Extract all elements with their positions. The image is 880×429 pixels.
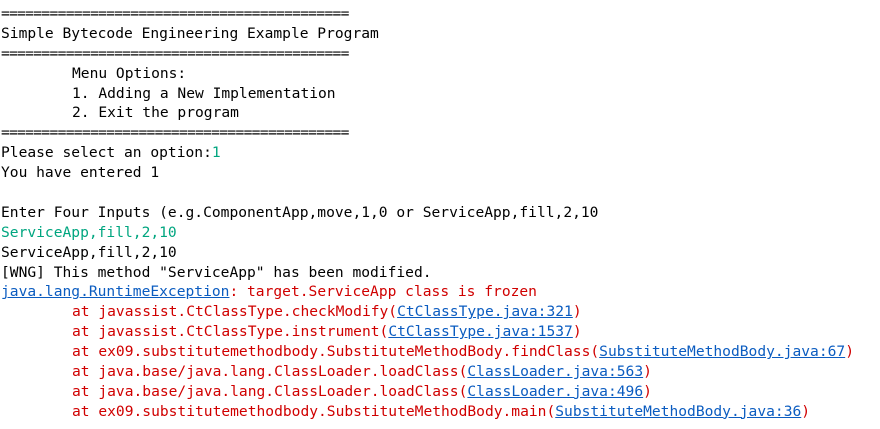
stack-frame-close: ) — [643, 382, 652, 400]
program-title: Simple Bytecode Engineering Example Prog… — [1, 24, 379, 42]
warning-message: [WNG] This method "ServiceApp" has been … — [1, 263, 432, 281]
stack-frame-text: at ex09.substitutemethodbody.SubstituteM… — [72, 343, 600, 361]
stack-frame-link[interactable]: CtClassType.java:1537 — [388, 323, 573, 340]
stack-frame: at java.base/java.lang.ClassLoader.loadC… — [0, 362, 880, 382]
menu-option-1: 1. Adding a New Implementation — [72, 84, 336, 102]
separator-line: ========================================… — [1, 44, 349, 62]
stack-frame: at ex09.substitutemethodbody.SubstituteM… — [0, 402, 880, 422]
separator-line-top: ========================================… — [1, 5, 349, 22]
user-input-echo: ServiceApp,fill,2,10 — [1, 223, 177, 241]
stack-frame-text: at javassist.CtClassType.instrument( — [72, 323, 389, 341]
stack-frame-link[interactable]: CtClassType.java:321 — [397, 303, 573, 320]
stack-frame-close: ) — [572, 323, 582, 341]
stack-frame-text: at ex09.substitutemethodbody.SubstituteM… — [72, 402, 556, 420]
menu-title: Menu Options: — [72, 64, 187, 82]
stack-frame-close: ) — [643, 363, 652, 381]
four-inputs-prompt: Enter Four Inputs (e.g.ComponentApp,move… — [1, 203, 599, 221]
exception-class-link[interactable]: java.lang.RuntimeException — [1, 283, 229, 300]
separator-line-bottom: ========================================… — [1, 124, 349, 142]
stack-frame-close: ) — [572, 303, 582, 321]
exception-message: : target.ServiceApp class is frozen — [229, 283, 537, 301]
stack-frame-text: at java.base/java.lang.ClassLoader.loadC… — [72, 382, 468, 400]
menu-option-2: 2. Exit the program — [72, 104, 239, 122]
stack-frame: at java.base/java.lang.ClassLoader.loadC… — [0, 382, 880, 402]
program-echo: ServiceApp,fill,2,10 — [1, 243, 177, 261]
stack-frame-text: at java.base/java.lang.ClassLoader.loadC… — [72, 363, 468, 381]
stack-frame-link[interactable]: ClassLoader.java:563 — [467, 363, 643, 380]
stack-frame-link[interactable]: SubstituteMethodBody.java:67 — [599, 343, 845, 360]
stack-frame-link[interactable]: SubstituteMethodBody.java:36 — [555, 403, 801, 420]
user-input-option: 1 — [211, 144, 221, 162]
prompt-line: Please select an option:1 — [0, 143, 880, 163]
stack-frame-link[interactable]: ClassLoader.java:496 — [467, 383, 643, 400]
stack-frame-close: ) — [801, 402, 811, 420]
entered-message: You have entered 1 — [1, 164, 160, 182]
stack-frame: at javassist.CtClassType.checkModify(CtC… — [0, 302, 880, 322]
prompt-text: Please select an option: — [1, 144, 212, 162]
exception-line: java.lang.RuntimeException: target.Servi… — [0, 282, 880, 302]
stack-frame: at javassist.CtClassType.instrument(CtCl… — [0, 322, 880, 342]
console-output[interactable]: ========================================… — [0, 0, 880, 429]
stack-frame: at ex09.substitutemethodbody.SubstituteM… — [0, 342, 880, 362]
stack-frame-close: ) — [845, 343, 854, 361]
stack-frame-text: at javassist.CtClassType.checkModify( — [72, 303, 398, 321]
